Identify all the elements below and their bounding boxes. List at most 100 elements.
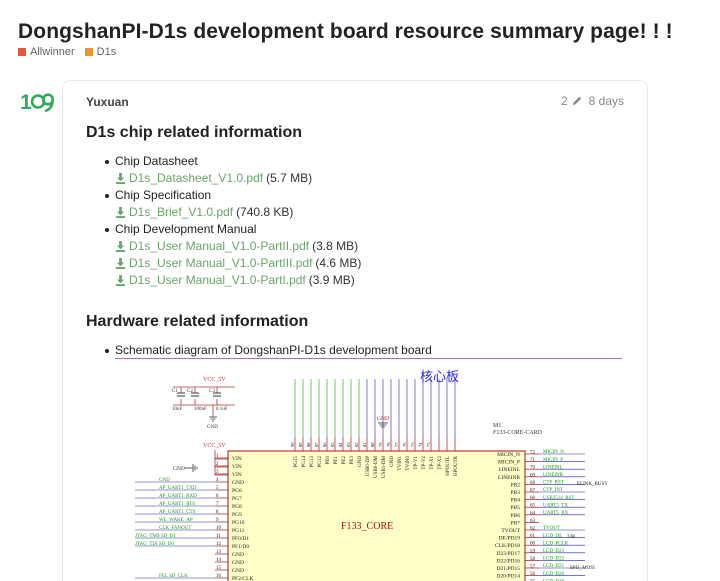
net-label: CTP_INT [543, 488, 563, 493]
pin-number: 11 [216, 534, 221, 539]
category-allwinner[interactable]: Allwinner [18, 46, 75, 58]
pin-label: PG7 [232, 496, 242, 502]
topic-title[interactable]: DongshanPI-D1s development board resourc… [18, 20, 673, 44]
pin-number: 57 [530, 565, 536, 570]
pin-label: PG6 [232, 488, 242, 494]
pin-label: PE2 [342, 456, 347, 465]
attachment-size: (3.9 MB) [308, 273, 355, 287]
net-label: UART5_TX [543, 503, 568, 508]
pin-number: 62 [530, 527, 536, 532]
pin-label: TP-X2 [438, 456, 443, 470]
pin-number: 7 [216, 502, 219, 507]
post-age[interactable]: 8 days [589, 94, 624, 108]
category-d1s[interactable]: D1s [84, 46, 117, 58]
pin-label: PB5 [511, 505, 521, 511]
attachment-link[interactable]: D1s_User Manual_V1.0-PartII.pdf [129, 238, 309, 255]
category-label: D1s [96, 46, 117, 58]
pin-number: 71 [530, 458, 536, 463]
net-label: SPI1_MOSI [570, 566, 595, 571]
resistor-label: 33R [567, 535, 576, 540]
pin-label: PG11 [232, 528, 245, 534]
category-swatch [84, 48, 93, 56]
net-label: AP_UART1_CTS [159, 510, 196, 515]
net-label: USB2514_RST [543, 496, 574, 501]
vcc-label: VCC_5V [203, 377, 226, 383]
pin-label: VIN [232, 464, 242, 470]
attachment-size: (4.6 MB) [315, 256, 362, 270]
hardware-resource-list: Schematic diagram of DongshanPI-D1s deve… [86, 342, 626, 359]
pin-label: D20/PD14 [496, 574, 520, 580]
net-label: ELINK_BUSY [577, 482, 608, 487]
pin-number: 75 [410, 442, 415, 447]
pin-label: TP-Y1 [414, 456, 419, 470]
pin-number: 8 [216, 510, 219, 515]
attachment-link[interactable]: D1s_User Manual_V1.0-PartIII.pdf [129, 255, 312, 272]
part-ref: M1 [493, 423, 501, 429]
pin-label: D21/PD15 [496, 566, 520, 572]
download-icon [115, 241, 126, 252]
pin-label: PG9 [232, 512, 242, 518]
pin-label: VIN [232, 456, 242, 462]
pin-number: 4 [216, 478, 219, 483]
pin-label: GND [232, 552, 244, 558]
pin-number: 14 [216, 558, 222, 563]
edit-history-button[interactable]: 2 [561, 94, 583, 108]
attachment-link[interactable]: D1s_User Manual_V1.0-PartI.pdf [129, 272, 306, 289]
avatar[interactable]: 1 [20, 90, 54, 114]
pin-label: TVOUT [501, 528, 520, 534]
pin-number: 72 [530, 451, 536, 456]
pin-label: PE3 [350, 456, 355, 465]
pin-number: 2 [216, 462, 219, 467]
pin-number: 87 [314, 442, 319, 447]
post-author[interactable]: Yuxuan [86, 95, 129, 109]
net-label: JTAG_TMS SD_D1 [135, 534, 176, 539]
pin-label: PB2 [511, 482, 521, 488]
attachment: D1s_User Manual_V1.0-PartIII.pdf (4.6 MB… [86, 255, 626, 272]
pin-label: HPOUTL [446, 456, 451, 476]
category-swatch [18, 48, 26, 56]
list-item: Chip Datasheet [86, 153, 626, 170]
pin-number: 67 [530, 489, 536, 494]
schematic-image[interactable]: 核心板 M1 F133-CORE-CARD VCC_5V C1 C2 C3 10… [115, 358, 622, 581]
pin-label: PG10 [232, 520, 245, 526]
pin-label: D22/PD16 [496, 558, 520, 564]
pin-label: MICIN_N [497, 452, 520, 458]
gnd-label: GND [377, 416, 389, 422]
net-label: LCD_D23 [543, 549, 565, 554]
net-label: AP_UART1_RXD [159, 494, 197, 499]
pin-label: CLK/PD18 [495, 543, 520, 549]
net-label: UART5_RX [543, 511, 569, 516]
pin-label: TVIN0 [406, 456, 411, 471]
net-label: MICIN_P [543, 458, 563, 463]
pin-label: PE1 [334, 456, 339, 465]
pin-number: 6 [216, 494, 219, 499]
pin-number: 63 [530, 519, 536, 524]
net-label: AP_UART1_TXD [159, 486, 197, 491]
section-heading-hardware: Hardware related information [86, 313, 309, 330]
pin-number: 82 [354, 443, 359, 448]
category-list: Allwinner D1s [18, 46, 116, 58]
list-item: Chip Development Manual [86, 221, 626, 238]
pin-number: 65 [530, 504, 536, 509]
pin-number: 81 [362, 443, 367, 448]
pencil-icon [572, 96, 581, 105]
net-label: GND [159, 478, 170, 483]
pin-label: GND [232, 568, 244, 574]
pin-label: GND [358, 456, 363, 467]
attachment: D1s_User Manual_V1.0-PartI.pdf (3.9 MB) [86, 272, 626, 289]
pin-label: PF2/CLK [232, 576, 253, 581]
net-label: AP_UART1_RTS [159, 502, 195, 507]
attachment: D1s_User Manual_V1.0-PartII.pdf (3.8 MB) [86, 238, 626, 255]
pin-label: USB0-DM [374, 455, 379, 478]
attachment-link[interactable]: D1s_Datasheet_V1.0.pdf [129, 170, 263, 187]
net-label: WL_WAKE_AP [159, 518, 193, 523]
pin-number: 78 [386, 442, 391, 447]
pin-label: USB1-DM [382, 455, 387, 478]
pin-number: 12 [216, 542, 222, 547]
post-meta: 2 8 days [561, 94, 624, 108]
pin-label: LINEINR [498, 475, 520, 481]
net-label: LINEINR [543, 473, 564, 478]
net-label: LCD_D21 [543, 564, 565, 569]
pin-number: 64 [530, 511, 536, 516]
attachment-link[interactable]: D1s_Brief_V1.0.pdf [129, 204, 233, 221]
